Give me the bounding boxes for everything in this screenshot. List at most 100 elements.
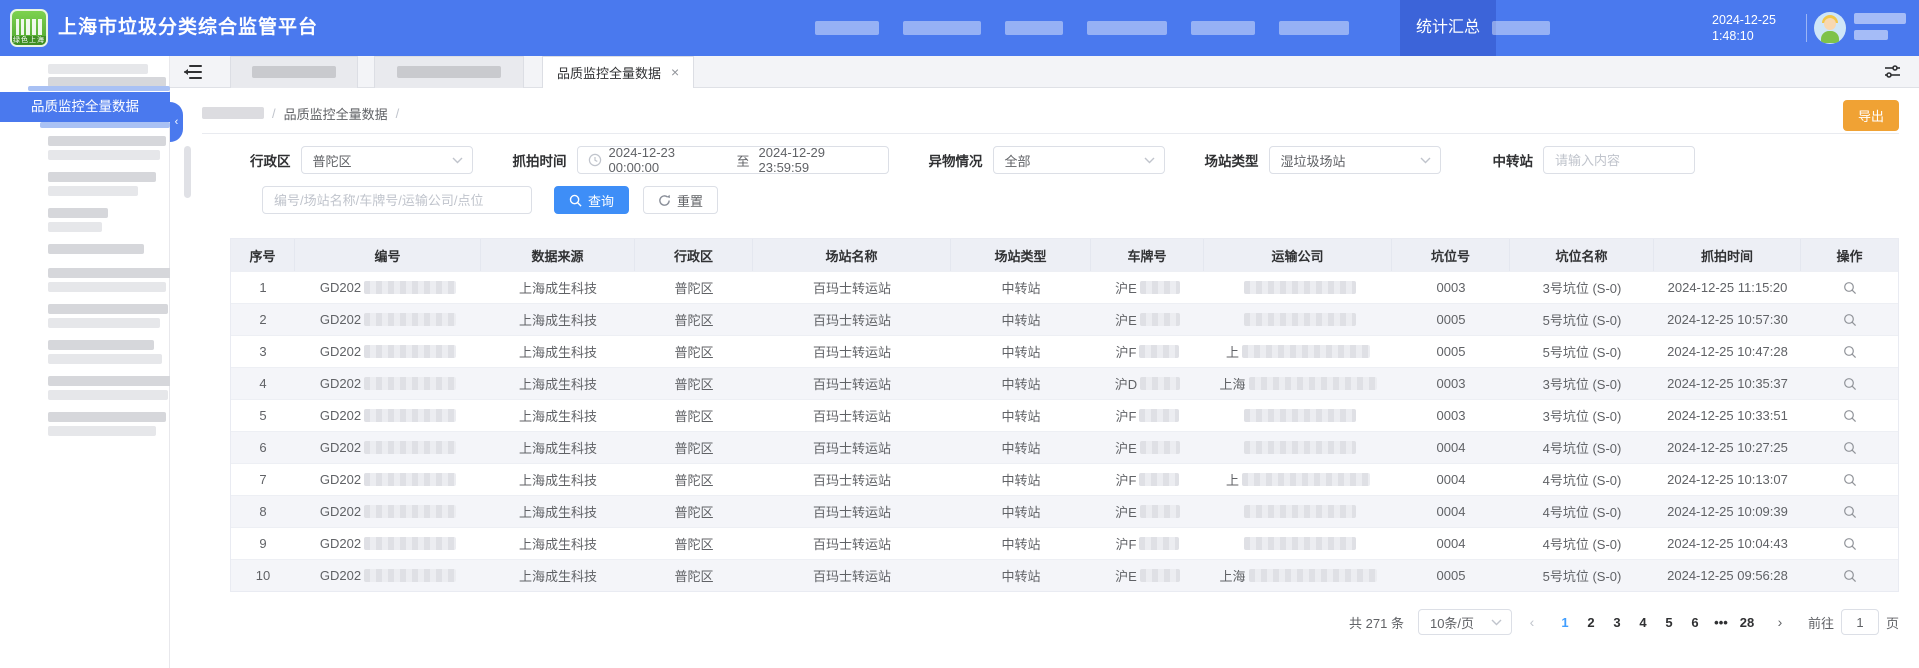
tab-close-icon[interactable]: ×: [671, 65, 679, 79]
redacted-text: [364, 441, 456, 454]
tab-quality-monitor-full-data[interactable]: 品质监控全量数据 ×: [542, 56, 694, 88]
foreign-object-select[interactable]: 全部: [993, 146, 1165, 174]
cell-pit-number: 0003: [1392, 272, 1510, 303]
nav-item-redacted[interactable]: [1005, 21, 1063, 35]
sidebar-item-redacted[interactable]: [48, 172, 156, 182]
tab-redacted[interactable]: [230, 56, 358, 88]
search-button-label: 查询: [588, 191, 614, 210]
cell-actions: [1801, 560, 1898, 591]
cell-data-source: 上海成生科技: [481, 272, 635, 303]
nav-item-redacted[interactable]: [1087, 21, 1167, 35]
sidebar-item-redacted[interactable]: [48, 136, 166, 146]
page-size-select[interactable]: 10条/页: [1418, 609, 1512, 635]
reset-button[interactable]: 重置: [643, 186, 718, 214]
sidebar-item-redacted[interactable]: [48, 150, 160, 160]
cell-plate: 沪E: [1091, 432, 1204, 463]
avatar[interactable]: [1814, 12, 1846, 44]
sidebar-item-redacted[interactable]: [48, 340, 154, 350]
view-detail-icon[interactable]: [1843, 281, 1857, 295]
view-detail-icon[interactable]: [1843, 505, 1857, 519]
foreign-object-label: 异物情况: [929, 150, 983, 170]
capture-time-range-picker[interactable]: 2024-12-23 00:00:00 至 2024-12-29 23:59:5…: [577, 146, 889, 174]
column-header: 坑位号: [1392, 239, 1510, 271]
district-select[interactable]: 普陀区: [301, 146, 473, 174]
redacted-text: [364, 473, 456, 486]
sidebar-item-redacted[interactable]: [48, 304, 168, 314]
pagination-next-icon[interactable]: ›: [1768, 609, 1792, 635]
sidebar-item-redacted[interactable]: [48, 64, 148, 74]
cell-data-source: 上海成生科技: [481, 368, 635, 399]
cell-station-type: 中转站: [951, 432, 1091, 463]
transfer-station-input[interactable]: [1543, 146, 1695, 174]
pagination-page-2[interactable]: 2: [1578, 609, 1604, 635]
cell-district: 普陀区: [635, 304, 753, 335]
redacted-text: [1139, 537, 1179, 550]
pagination-page-6[interactable]: 6: [1682, 609, 1708, 635]
view-detail-icon[interactable]: [1843, 441, 1857, 455]
sidebar-item-redacted[interactable]: [48, 376, 174, 386]
redacted-text: [1244, 441, 1356, 454]
sidebar-collapse-handle[interactable]: ‹: [170, 102, 183, 142]
sidebar-item-redacted[interactable]: [48, 354, 162, 364]
view-detail-icon[interactable]: [1843, 473, 1857, 487]
cell-station-type: 中转站: [951, 560, 1091, 591]
view-detail-icon[interactable]: [1843, 345, 1857, 359]
sidebar-item-redacted[interactable]: [48, 186, 138, 196]
cell-data-source: 上海成生科技: [481, 528, 635, 559]
view-detail-icon[interactable]: [1843, 377, 1857, 391]
view-detail-icon[interactable]: [1843, 569, 1857, 583]
view-detail-icon[interactable]: [1843, 537, 1857, 551]
sidebar-item-redacted[interactable]: [48, 222, 102, 232]
keyword-search-input[interactable]: [262, 186, 532, 214]
nav-item-statistics[interactable]: 统计汇总: [1400, 0, 1496, 56]
redacted-text: [364, 377, 456, 390]
sidebar-item-redacted[interactable]: [48, 244, 144, 254]
nav-item-redacted[interactable]: [1191, 21, 1255, 35]
sidebar-item-redacted[interactable]: [48, 268, 172, 278]
sidebar-item-redacted[interactable]: [48, 282, 166, 292]
scrollbar-thumb[interactable]: [184, 146, 191, 198]
cell-index: 2: [231, 304, 295, 335]
goto-page-input[interactable]: [1841, 609, 1879, 635]
column-header: 操作: [1801, 239, 1898, 271]
view-detail-icon[interactable]: [1843, 409, 1857, 423]
view-detail-icon[interactable]: [1843, 313, 1857, 327]
sidebar-item-redacted[interactable]: [48, 390, 168, 400]
sidebar-item-redacted[interactable]: [48, 412, 166, 422]
goto-unit-label: 页: [1886, 613, 1899, 632]
cell-capture-time: 2024-12-25 10:09:39: [1654, 496, 1801, 527]
breadcrumb-item-redacted[interactable]: [202, 107, 264, 119]
search-button[interactable]: 查询: [554, 186, 629, 214]
tab-redacted[interactable]: [374, 56, 524, 88]
sidebar-item-redacted[interactable]: [48, 208, 108, 218]
cell-plate: 沪E: [1091, 272, 1204, 303]
pagination-page-5[interactable]: 5: [1656, 609, 1682, 635]
redacted-text: [1139, 473, 1179, 486]
cell-code: GD202: [295, 336, 481, 367]
nav-item-redacted[interactable]: [1279, 21, 1349, 35]
nav-item-redacted[interactable]: [903, 21, 981, 35]
pagination-page-1[interactable]: 1: [1552, 609, 1578, 635]
pagination-page-3[interactable]: 3: [1604, 609, 1630, 635]
export-button[interactable]: 导出: [1843, 100, 1899, 131]
redacted-text: [1244, 409, 1356, 422]
cell-code: GD202: [295, 400, 481, 431]
sidebar-item-quality-monitor-full-data[interactable]: 品质监控全量数据: [0, 92, 170, 122]
pagination-page-28[interactable]: 28: [1734, 609, 1760, 635]
pagination-more[interactable]: •••: [1708, 609, 1734, 635]
collapse-menu-icon[interactable]: [184, 65, 202, 79]
pagination-prev-icon[interactable]: ‹: [1520, 609, 1544, 635]
station-type-select[interactable]: 湿垃圾场站: [1269, 146, 1441, 174]
nav-item-redacted[interactable]: [815, 21, 879, 35]
panel-divider: [202, 133, 1899, 134]
cell-company: [1204, 272, 1392, 303]
cell-station-type: 中转站: [951, 304, 1091, 335]
header-datetime: 2024-12-25 1:48:10: [1712, 12, 1798, 44]
nav-item-redacted[interactable]: [1492, 21, 1550, 35]
sidebar-item-redacted[interactable]: [48, 426, 156, 436]
sidebar-item-redacted[interactable]: [48, 318, 160, 328]
username-redacted[interactable]: [1854, 13, 1906, 40]
pagination-page-4[interactable]: 4: [1630, 609, 1656, 635]
layout-settings-sliders-icon[interactable]: [1884, 64, 1901, 80]
cell-pit-name: 4号坑位 (S-0): [1510, 464, 1654, 495]
